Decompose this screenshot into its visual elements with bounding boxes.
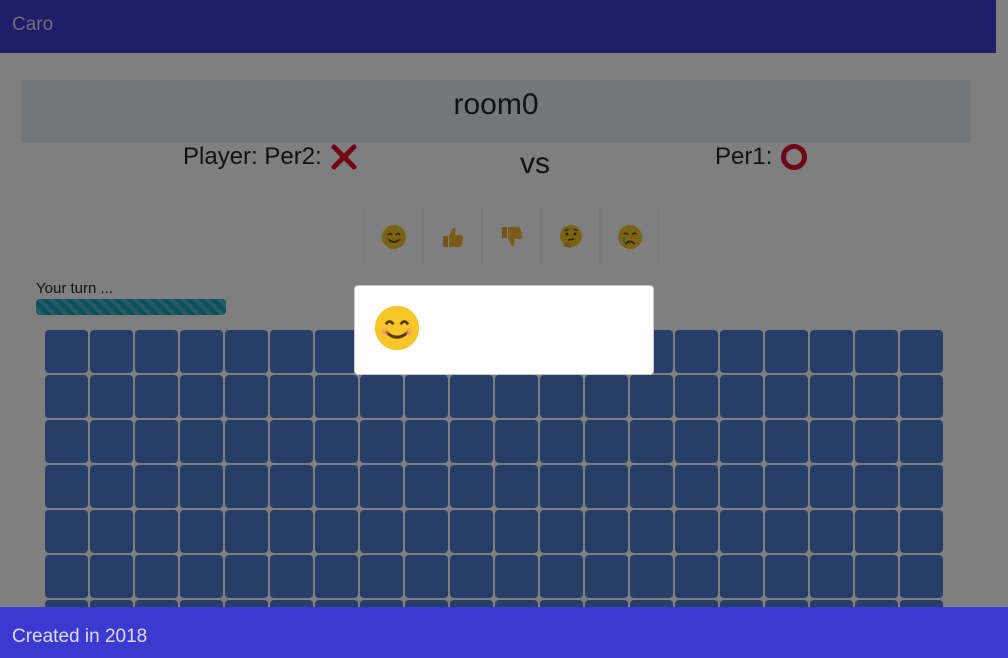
smiling-face-icon [374, 305, 420, 351]
app-footer: Created in 2018 [0, 607, 1008, 658]
footer-text: Created in 2018 [12, 626, 148, 647]
emoji-popup [354, 285, 654, 375]
